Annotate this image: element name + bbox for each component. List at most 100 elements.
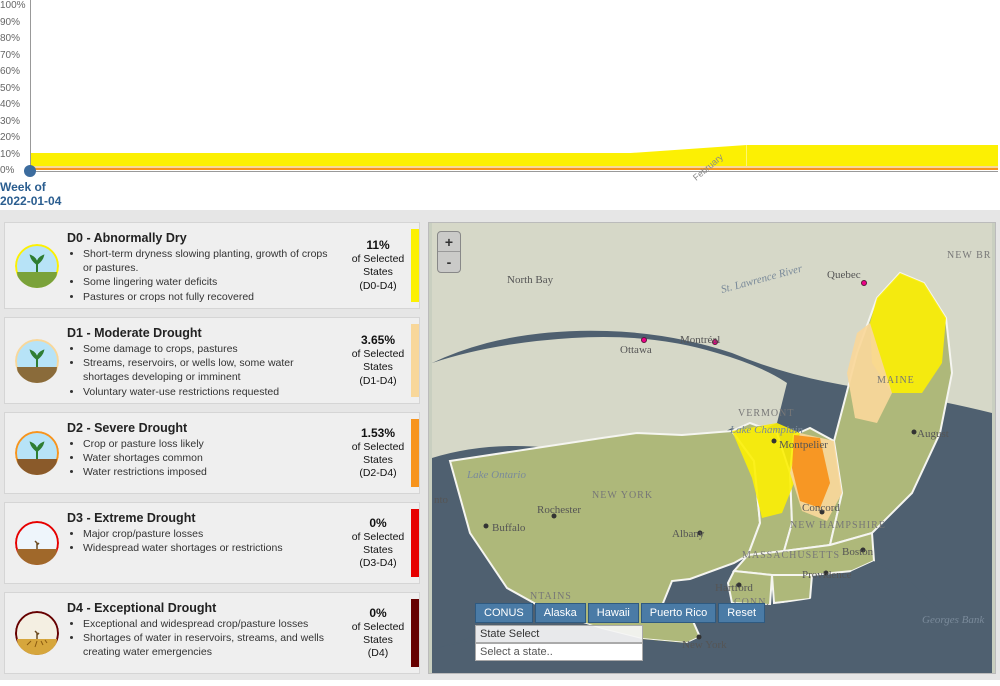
drought-card-d3: D3 - Extreme Drought Major crop/pasture l… [4,502,420,584]
card-bullet: Crop or pasture loss likely [83,437,339,451]
card-bullet: Voluntary water-use restrictions request… [83,385,339,399]
y-tick: 10% [0,149,20,160]
chart-canvas[interactable]: February [30,0,998,172]
pct-value: 0% [347,516,409,531]
week-label-l1: Week of [0,180,46,194]
lbl-mass: MASSACHUSETTS [742,550,840,561]
card-title: D3 - Extreme Drought [67,511,339,525]
lbl-georges: Georges Bank [922,614,985,626]
drought-icon [11,599,63,667]
week-label-l2: 2022-01-04 [0,194,61,208]
card-bullet: Water restrictions imposed [83,465,339,479]
pct-label: States [347,544,409,557]
card-bullet: Some lingering water deficits [83,275,339,289]
map-panel[interactable]: North Bay Quebec Ottawa Montréal MAINE V… [428,222,996,674]
card-bullet: Exceptional and widespread crop/pasture … [83,617,339,631]
card-bullet: Water shortages common [83,451,339,465]
lbl-ottawa: Ottawa [620,344,652,356]
drought-icon [11,419,63,487]
lbl-boston: Boston [842,546,874,558]
zoom-in-button[interactable]: + [438,232,460,252]
drought-card-d2: D2 - Severe Drought Crop or pasture loss … [4,412,420,494]
pct-label: of Selected [347,253,409,266]
lbl-lkontario: Lake Ontario [466,469,526,481]
lbl-northbay: North Bay [507,274,554,286]
card-color-bar [411,509,419,577]
zoom-out-button[interactable]: - [438,252,460,272]
y-tick: 80% [0,33,20,44]
pct-label: States [347,361,409,374]
pct-label: of Selected [347,441,409,454]
lbl-providence: Providence [802,569,852,581]
drought-icon [11,509,63,577]
lbl-vermont: VERMONT [738,408,794,419]
state-select-dropdown[interactable]: Select a state.. [475,643,643,661]
lbl-hartford: Hartford [715,582,753,594]
card-pct: 0%of SelectedStates(D3-D4) [345,509,411,577]
card-bullets: Short-term dryness slowing planting, gro… [83,247,339,304]
card-color-bar [411,419,419,487]
zoom-controls: + - [437,231,461,273]
pct-range: (D4) [347,647,409,660]
card-bullets: Crop or pasture loss likelyWater shortag… [83,437,339,480]
card-pct: 3.65%of SelectedStates(D1-D4) [345,324,411,397]
card-bullet: Short-term dryness slowing planting, gro… [83,247,339,275]
pct-range: (D0-D4) [347,280,409,293]
area-d2 [31,168,998,170]
card-bullet: Some damage to crops, pastures [83,342,339,356]
pct-range: (D3-D4) [347,557,409,570]
lbl-nh: NEW HAMPSHIRE [790,520,886,531]
pct-value: 11% [347,238,409,253]
map-bottom-ui: CONUSAlaskaHawaiiPuerto RicoReset State … [475,603,765,661]
pct-value: 1.53% [347,426,409,441]
y-axis: 0%10%20%30%40%50%60%70%80%90%100% [0,0,30,170]
y-tick: 70% [0,50,20,61]
card-bullet: Major crop/pasture losses [83,527,339,541]
pct-range: (D1-D4) [347,375,409,388]
lbl-rochester: Rochester [537,504,581,516]
pct-label: of Selected [347,348,409,361]
card-title: D1 - Moderate Drought [67,326,339,340]
card-title: D2 - Severe Drought [67,421,339,435]
week-label: Week of 2022-01-04 [0,180,61,209]
card-bullet: Pastures or crops not fully recovered [83,290,339,304]
region-button-conus[interactable]: CONUS [475,603,533,623]
y-tick: 20% [0,132,20,143]
y-tick: 0% [0,165,14,176]
region-buttons: CONUSAlaskaHawaiiPuerto RicoReset [475,603,765,623]
drought-icon [11,324,63,397]
pct-label: States [347,454,409,467]
pct-value: 3.65% [347,333,409,348]
pct-label: of Selected [347,621,409,634]
lbl-montreal: Montréal [680,334,720,346]
region-button-reset[interactable]: Reset [718,603,765,623]
pct-range: (D2-D4) [347,467,409,480]
card-bullets: Some damage to crops, pasturesStreams, r… [83,342,339,399]
card-color-bar [411,229,419,302]
lbl-buffalo: Buffalo [492,522,526,534]
drought-card-d0: D0 - Abnormally DryShort-term dryness sl… [4,222,420,309]
lbl-champlain: Lake Champlain [729,424,804,436]
card-title: D4 - Exceptional Drought [67,601,339,615]
y-tick: 100% [0,0,26,11]
card-bullet: Shortages of water in reservoirs, stream… [83,631,339,659]
region-button-hawaii[interactable]: Hawaii [588,603,639,623]
legend-cards: D0 - Abnormally DryShort-term dryness sl… [4,222,420,674]
region-button-puerto-rico[interactable]: Puerto Rico [641,603,716,623]
lbl-maine: MAINE [877,375,915,386]
lbl-quebec: Quebec [827,269,861,281]
card-bullet: Widespread water shortages or restrictio… [83,541,339,555]
lbl-ntains: NTAINS [530,591,572,602]
y-tick: 90% [0,17,20,28]
card-color-bar [411,324,419,397]
card-bullets: Major crop/pasture lossesWidespread wate… [83,527,339,555]
drought-icon [11,229,63,302]
state-select-label: State Select [475,625,643,643]
card-bullets: Exceptional and widespread crop/pasture … [83,617,339,660]
region-button-alaska[interactable]: Alaska [535,603,586,623]
drought-card-d4: D4 - Exceptional Drought Exceptional and … [4,592,420,674]
lbl-montpelier: Montpelier [779,439,828,451]
card-pct: 1.53%of SelectedStates(D2-D4) [345,419,411,487]
y-tick: 30% [0,116,20,127]
timeline-handle[interactable] [24,165,36,177]
